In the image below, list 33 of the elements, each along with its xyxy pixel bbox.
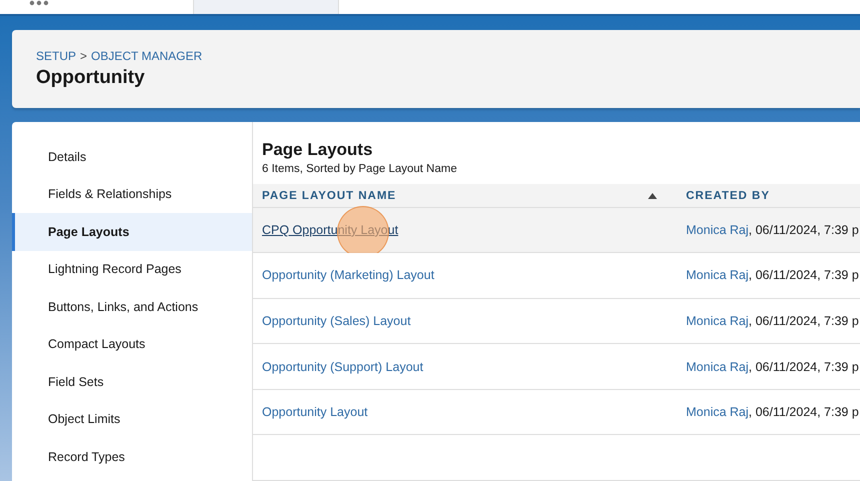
sidebar-item[interactable]: Buttons, Links, and Actions <box>12 288 252 326</box>
sidebar-item[interactable]: Lightning Record Pages <box>12 250 252 288</box>
breadcrumb-link[interactable]: OBJECT MANAGER <box>91 49 202 63</box>
user-link[interactable]: Monica Raj <box>686 222 749 237</box>
created-date: , 06/11/2024, 7:39 p <box>748 268 859 282</box>
list-subtitle: 6 Items, Sorted by Page Layout Name <box>261 162 458 177</box>
sidebar-item[interactable]: Details <box>12 138 252 176</box>
list-title: Page Layouts <box>261 139 374 160</box>
created-date: , 06/11/2024, 7:39 p <box>748 314 859 328</box>
created-date: , 06/11/2024, 7:39 p <box>748 222 859 237</box>
column-header[interactable]: PAGE LAYOUT NAME <box>262 190 396 202</box>
sidebar-item[interactable]: Record Types <box>12 438 252 476</box>
sidebar-item[interactable]: Object Limits <box>12 400 252 438</box>
page-title: Opportunity <box>36 67 146 89</box>
breadcrumb-link[interactable]: SETUP <box>36 49 76 63</box>
user-link[interactable]: Monica Raj <box>686 405 749 420</box>
user-link[interactable]: Monica Raj <box>686 314 749 328</box>
layout-link[interactable]: Opportunity Layout <box>262 405 368 420</box>
sort-ascending-icon[interactable] <box>648 192 657 198</box>
column-header[interactable]: CREATED BY <box>686 190 770 202</box>
breadcrumb-separator: > <box>80 49 88 63</box>
layout-link[interactable]: Opportunity (Marketing) Layout <box>262 268 434 282</box>
created-date: , 06/11/2024, 7:39 p <box>748 360 859 374</box>
layout-link[interactable]: Opportunity (Sales) Layout <box>262 314 411 328</box>
user-link[interactable]: Monica Raj <box>686 268 749 282</box>
sidebar-item[interactable]: Compact Layouts <box>12 326 252 363</box>
sidebar-item[interactable]: Fields & Relationships <box>12 176 252 213</box>
user-link[interactable]: Monica Raj <box>686 360 749 374</box>
app-launcher-icon[interactable] <box>28 0 50 8</box>
sidebar-item[interactable]: Page Layouts <box>12 213 252 250</box>
sidebar-item[interactable]: Field Sets <box>12 363 252 400</box>
layout-link[interactable]: Opportunity (Support) Layout <box>262 360 424 374</box>
created-date: , 06/11/2024, 7:39 p <box>748 405 859 420</box>
